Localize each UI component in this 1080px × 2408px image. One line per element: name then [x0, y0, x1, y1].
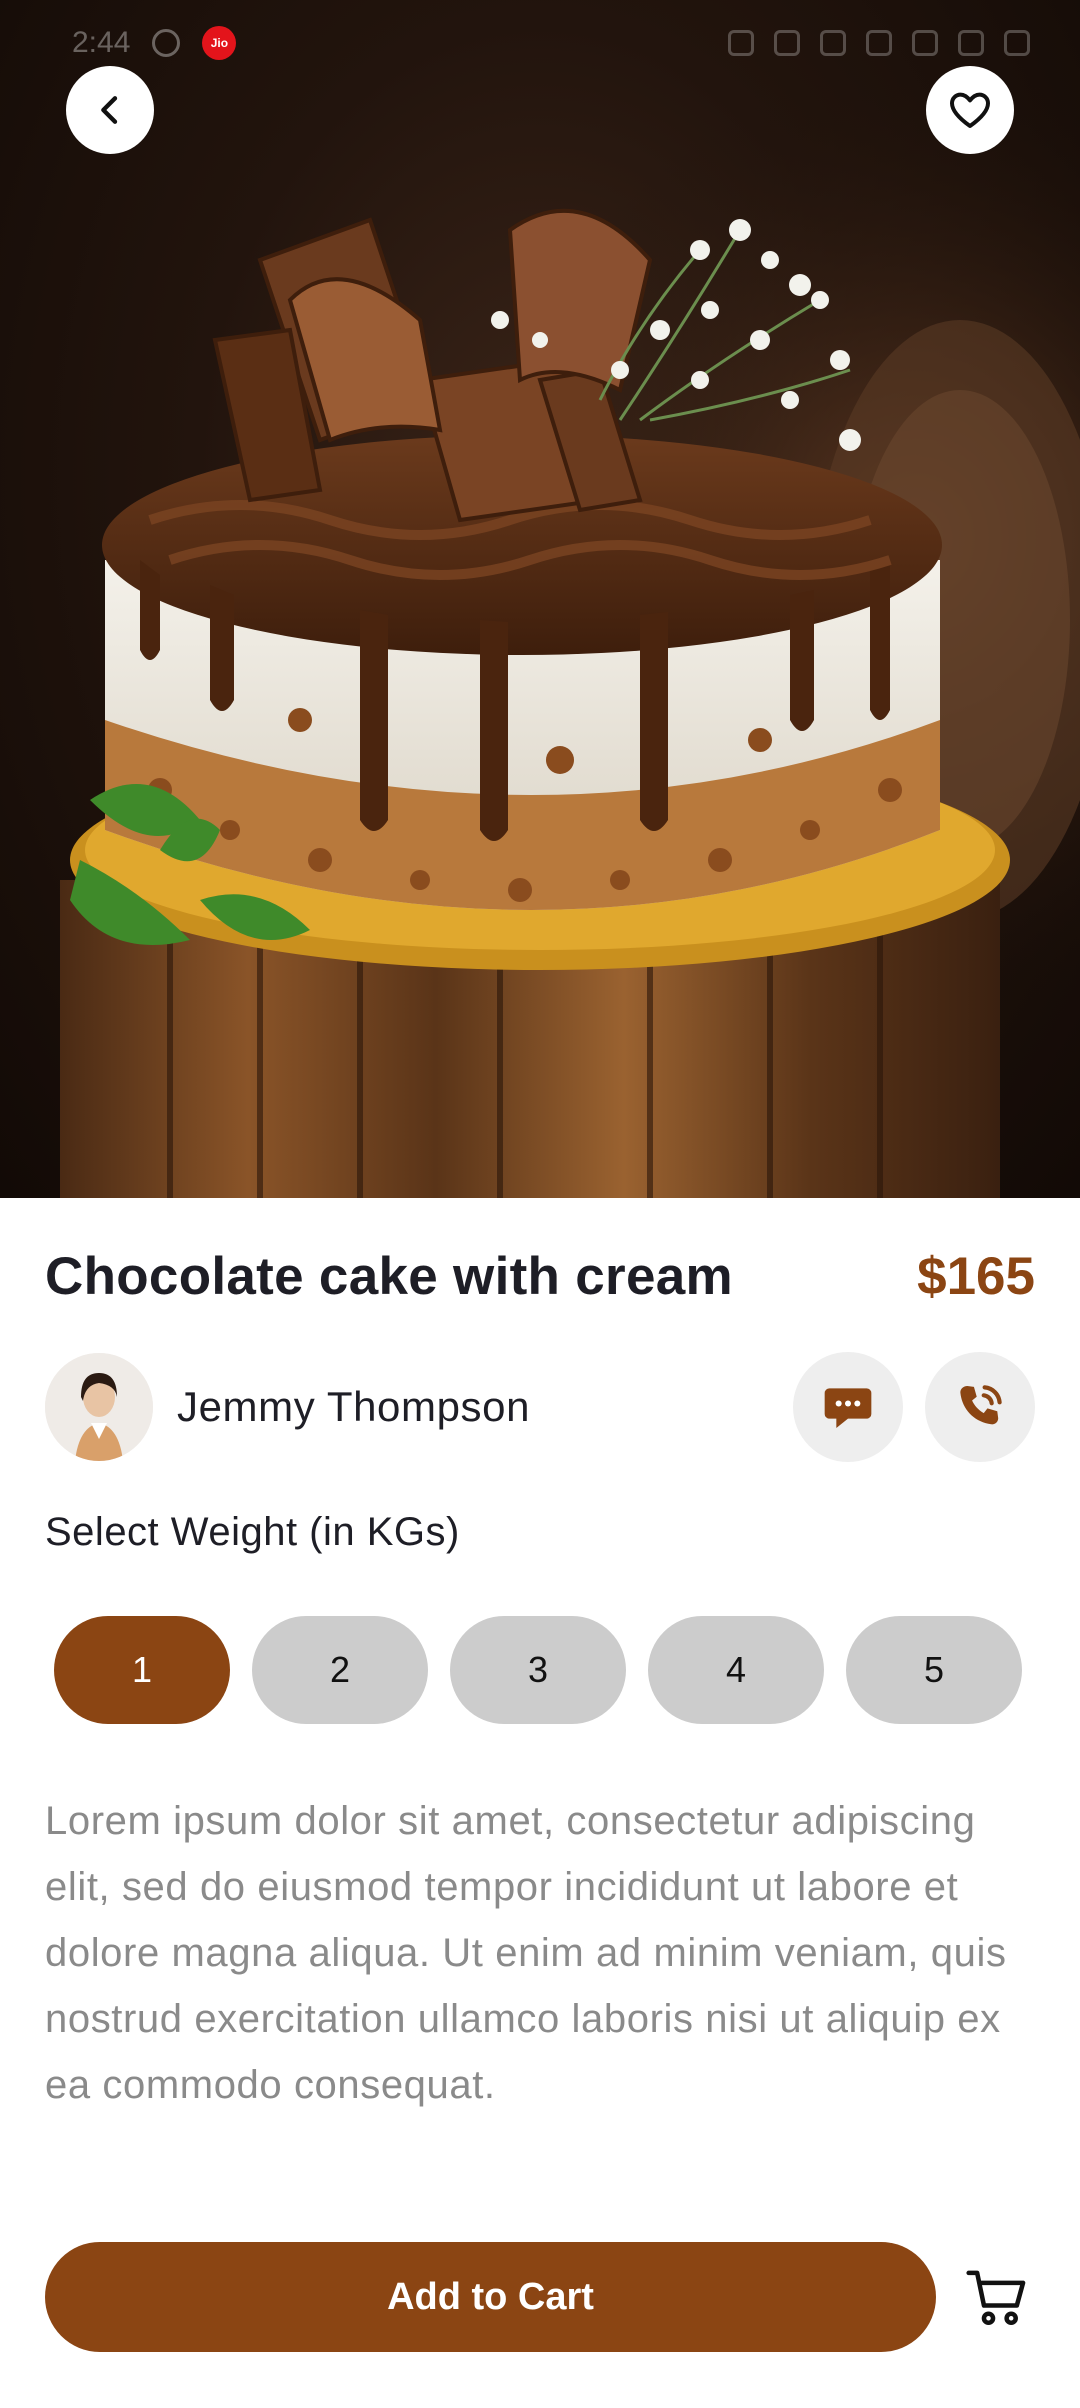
weight-option-3[interactable]: 3: [450, 1616, 626, 1724]
seller-avatar-icon: [45, 1353, 153, 1461]
product-details: Chocolate cake with cream $165 Jemmy Tho…: [0, 1198, 1080, 2408]
call-status-icon: [866, 30, 892, 56]
weight-option-2[interactable]: 2: [252, 1616, 428, 1724]
seller-name: Jemmy Thompson: [177, 1383, 531, 1430]
avatar[interactable]: [45, 1353, 153, 1461]
signal-icon: [958, 30, 984, 56]
favorite-button[interactable]: [926, 66, 1014, 154]
vibrate-icon: [820, 30, 846, 56]
chocolate-cake-illustration: [0, 0, 1080, 1198]
status-bar: 2:44 Jio: [0, 0, 1080, 86]
carrier-badge: Jio: [202, 26, 237, 60]
sync-icon: [152, 29, 181, 57]
weight-selector: 1 2 3 4 5: [54, 1616, 1026, 1724]
chat-button[interactable]: [793, 1352, 903, 1462]
product-description: Lorem ipsum dolor sit amet, consectetur …: [45, 1799, 1007, 2107]
call-button[interactable]: [925, 1352, 1035, 1462]
shopping-cart-icon: [966, 2270, 1026, 2326]
product-title: Chocolate cake with cream: [45, 1247, 733, 1306]
weight-option-1[interactable]: 1: [54, 1616, 230, 1724]
add-to-cart-button[interactable]: Add to Cart: [45, 2242, 936, 2352]
status-time: 2:44: [72, 26, 131, 59]
phone-icon: [960, 1385, 1002, 1425]
title-row: Chocolate cake with cream $165: [45, 1246, 1035, 1307]
bluetooth-icon: [774, 30, 800, 56]
weight-label: Select Weight (in KGs): [45, 1510, 460, 1554]
heart-outline-icon: [950, 92, 990, 128]
product-price: $165: [917, 1247, 1035, 1306]
weight-option-5[interactable]: 5: [846, 1616, 1022, 1724]
cart-button[interactable]: [959, 2259, 1035, 2335]
battery-icon: [1004, 30, 1030, 56]
product-hero-image: 2:44 Jio: [0, 0, 1080, 1198]
cart-row: Add to Cart: [45, 2242, 1035, 2352]
wifi-icon: [912, 30, 938, 56]
alarm-icon: [728, 30, 754, 56]
back-button[interactable]: [66, 66, 154, 154]
weight-option-4[interactable]: 4: [648, 1616, 824, 1724]
seller-row: Jemmy Thompson: [45, 1352, 1035, 1462]
chevron-left-icon: [101, 96, 118, 124]
chat-bubble-icon: [824, 1388, 872, 1428]
